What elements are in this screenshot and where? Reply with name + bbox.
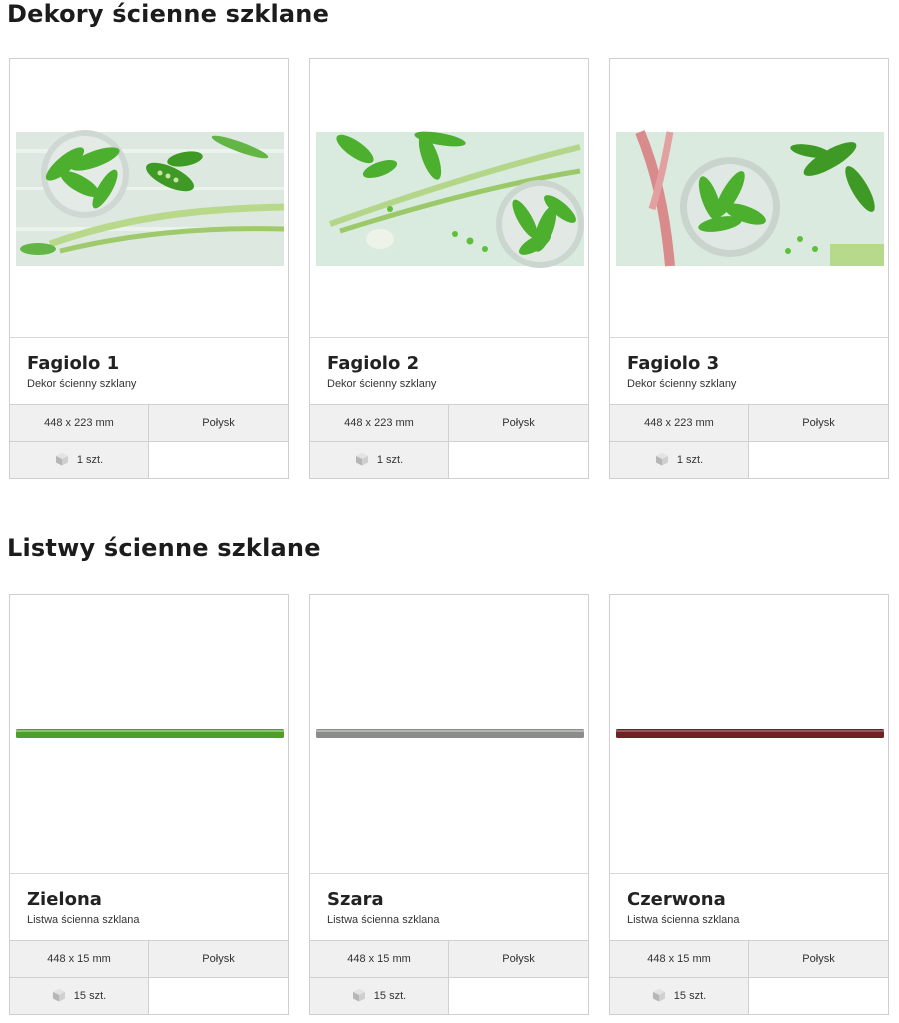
strip-product-grid: Zielona Listwa ścienna szklana 448 x 15 … (9, 594, 889, 1015)
product-description: Listwa ścienna szklana (327, 914, 440, 926)
product-card-fagiolo-1[interactable]: Fagiolo 1 Dekor ścienny szklany 448 x 22… (9, 58, 289, 479)
product-quantity-cell: 1 szt. (310, 442, 449, 478)
decor-product-grid: Fagiolo 1 Dekor ścienny szklany 448 x 22… (9, 58, 889, 479)
product-finish: Połysk (749, 941, 888, 977)
empty-cell (449, 978, 588, 1014)
product-size: 448 x 15 mm (10, 941, 149, 977)
product-card-fagiolo-3[interactable]: Fagiolo 3 Dekor ścienny szklany 448 x 22… (609, 58, 889, 479)
product-size: 448 x 15 mm (310, 941, 449, 977)
section-title-strips: Listwy ścienne szklane (7, 534, 321, 562)
product-info: Fagiolo 3 Dekor ścienny szklany (610, 337, 888, 405)
product-quantity-cell: 1 szt. (610, 442, 749, 478)
empty-cell (149, 978, 288, 1014)
product-image[interactable] (310, 59, 588, 337)
product-name[interactable]: Zielona (27, 889, 102, 910)
product-info: Zielona Listwa ścienna szklana (10, 873, 288, 941)
spec-row-dimensions: 448 x 223 mm Połysk (310, 404, 588, 441)
product-quantity: 15 szt. (73, 990, 107, 1002)
package-box-icon (655, 453, 668, 466)
product-info: Fagiolo 1 Dekor ścienny szklany (10, 337, 288, 405)
product-name[interactable]: Fagiolo 3 (627, 353, 719, 374)
package-box-icon (355, 453, 368, 466)
spec-row-quantity: 15 szt. (10, 977, 288, 1014)
product-image[interactable] (610, 59, 888, 337)
product-size: 448 x 223 mm (10, 405, 149, 441)
product-description: Dekor ścienny szklany (327, 378, 437, 390)
spec-row-dimensions: 448 x 15 mm Połysk (310, 940, 588, 977)
product-name[interactable]: Czerwona (627, 889, 726, 910)
product-finish: Połysk (149, 405, 288, 441)
empty-cell (749, 442, 888, 478)
empty-cell (749, 978, 888, 1014)
product-size: 448 x 15 mm (610, 941, 749, 977)
product-size: 448 x 223 mm (310, 405, 449, 441)
product-quantity: 1 szt. (676, 454, 704, 466)
spec-row-dimensions: 448 x 223 mm Połysk (610, 404, 888, 441)
product-quantity: 15 szt. (673, 990, 707, 1002)
empty-cell (449, 442, 588, 478)
package-box-icon (652, 989, 665, 1002)
product-finish: Połysk (449, 941, 588, 977)
product-quantity: 15 szt. (373, 990, 407, 1002)
product-finish: Połysk (149, 941, 288, 977)
product-card-czerwona[interactable]: Czerwona Listwa ścienna szklana 448 x 15… (609, 594, 889, 1015)
package-box-icon (52, 989, 65, 1002)
product-image[interactable] (10, 595, 288, 873)
product-quantity-cell: 15 szt. (10, 978, 149, 1014)
product-quantity: 1 szt. (76, 454, 104, 466)
spec-row-dimensions: 448 x 223 mm Połysk (10, 404, 288, 441)
empty-cell (149, 442, 288, 478)
product-size: 448 x 223 mm (610, 405, 749, 441)
product-quantity: 1 szt. (376, 454, 404, 466)
package-box-icon (55, 453, 68, 466)
spec-row-quantity: 15 szt. (310, 977, 588, 1014)
product-description: Listwa ścienna szklana (27, 914, 140, 926)
spec-row-quantity: 1 szt. (10, 441, 288, 478)
spec-row-dimensions: 448 x 15 mm Połysk (10, 940, 288, 977)
product-description: Listwa ścienna szklana (627, 914, 740, 926)
section-title-decors: Dekory ścienne szklane (7, 0, 330, 28)
spec-row-dimensions: 448 x 15 mm Połysk (610, 940, 888, 977)
product-finish: Połysk (449, 405, 588, 441)
product-name[interactable]: Szara (327, 889, 384, 910)
product-quantity-cell: 1 szt. (10, 442, 149, 478)
product-description: Dekor ścienny szklany (627, 378, 737, 390)
product-image[interactable] (610, 595, 888, 873)
product-card-zielona[interactable]: Zielona Listwa ścienna szklana 448 x 15 … (9, 594, 289, 1015)
package-box-icon (352, 989, 365, 1002)
product-description: Dekor ścienny szklany (27, 378, 137, 390)
product-info: Szara Listwa ścienna szklana (310, 873, 588, 941)
product-quantity-cell: 15 szt. (310, 978, 449, 1014)
product-name[interactable]: Fagiolo 2 (327, 353, 419, 374)
product-name[interactable]: Fagiolo 1 (27, 353, 119, 374)
product-info: Fagiolo 2 Dekor ścienny szklany (310, 337, 588, 405)
product-info: Czerwona Listwa ścienna szklana (610, 873, 888, 941)
spec-row-quantity: 15 szt. (610, 977, 888, 1014)
product-image[interactable] (10, 59, 288, 337)
product-card-szara[interactable]: Szara Listwa ścienna szklana 448 x 15 mm… (309, 594, 589, 1015)
product-card-fagiolo-2[interactable]: Fagiolo 2 Dekor ścienny szklany 448 x 22… (309, 58, 589, 479)
spec-row-quantity: 1 szt. (610, 441, 888, 478)
product-quantity-cell: 15 szt. (610, 978, 749, 1014)
product-image[interactable] (310, 595, 588, 873)
product-finish: Połysk (749, 405, 888, 441)
spec-row-quantity: 1 szt. (310, 441, 588, 478)
